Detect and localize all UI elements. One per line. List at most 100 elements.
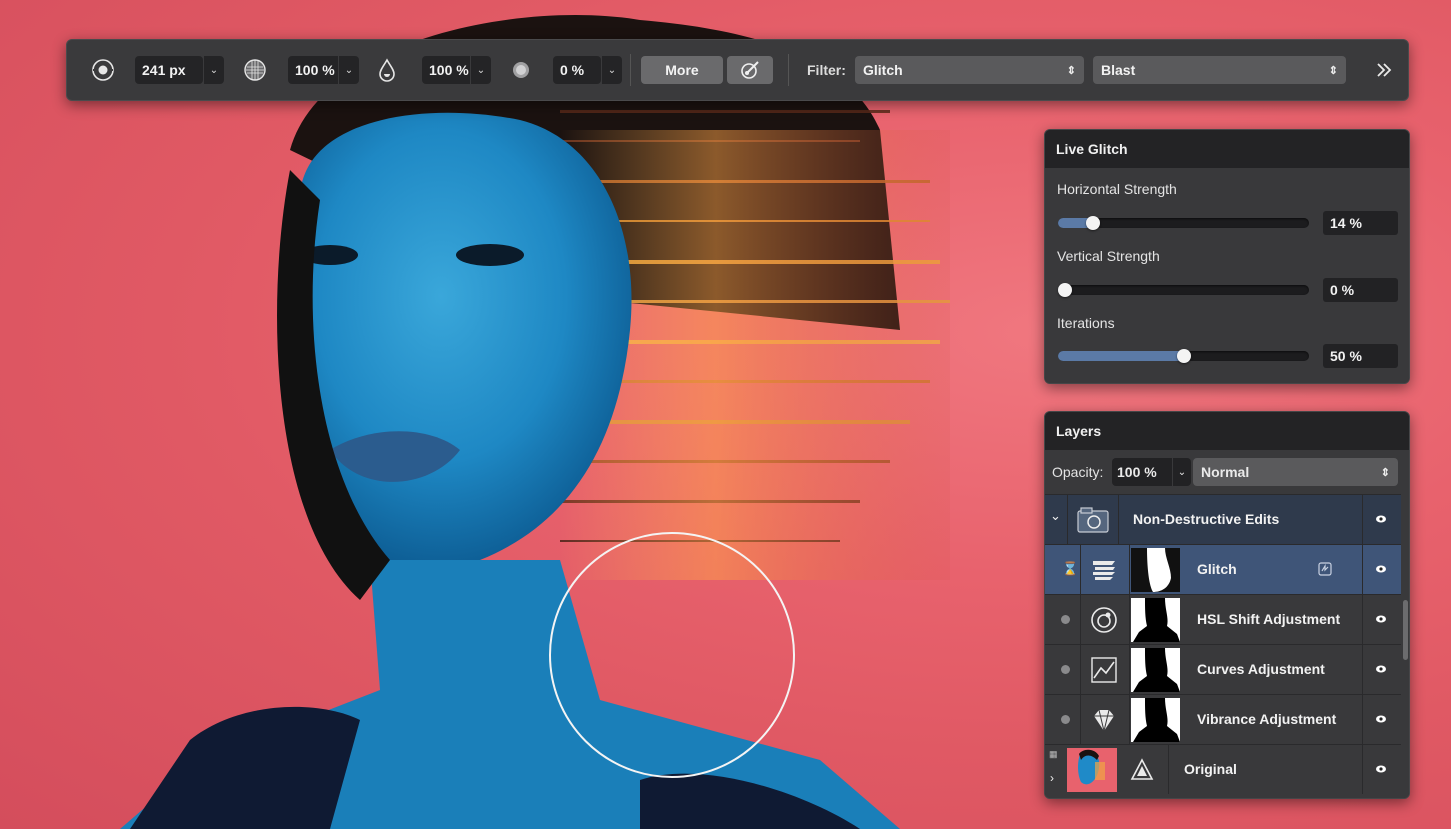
flow-drop-icon bbox=[373, 56, 401, 84]
layer-name: Glitch bbox=[1197, 561, 1237, 577]
layer-mask-thumbnail bbox=[1131, 648, 1180, 692]
brush-settings-icon bbox=[741, 61, 759, 79]
filter-type-select-value: Blast bbox=[1101, 62, 1136, 78]
more-button[interactable]: More bbox=[641, 56, 723, 84]
layer-row-hsl-shift[interactable]: HSL Shift Adjustment bbox=[1045, 594, 1401, 644]
live-glitch-body: Horizontal Strength 14 % Vertical Streng… bbox=[1045, 168, 1409, 383]
stepper-icon: ⇕ bbox=[1328, 64, 1338, 77]
brush-settings-button[interactable] bbox=[727, 56, 773, 84]
shape-dropdown[interactable]: ⌄ bbox=[601, 56, 622, 84]
divider bbox=[1129, 645, 1130, 694]
layers-scrollbar[interactable] bbox=[1403, 600, 1408, 660]
layer-name: Vibrance Adjustment bbox=[1197, 711, 1337, 727]
width-field[interactable]: 241 px bbox=[135, 56, 203, 84]
chevron-right-icon[interactable]: › bbox=[1050, 771, 1054, 785]
overflow-chevron-icon[interactable] bbox=[1370, 56, 1398, 84]
visibility-eye-icon[interactable] bbox=[1375, 513, 1387, 525]
live-glitch-panel: Live Glitch Horizontal Strength 14 % Ver… bbox=[1044, 129, 1410, 384]
divider bbox=[1362, 695, 1363, 744]
toolbar-divider bbox=[630, 54, 631, 86]
layer-row-vibrance[interactable]: Vibrance Adjustment bbox=[1045, 694, 1401, 744]
toolbar-divider bbox=[788, 54, 789, 86]
opacity-dropdown[interactable]: ⌄ bbox=[1172, 458, 1191, 486]
chevron-down-icon: ⌄ bbox=[1177, 466, 1187, 478]
slider-thumb[interactable] bbox=[1176, 349, 1191, 363]
opacity-row: Opacity: 100 % ⌄ Normal ⇕ bbox=[1045, 450, 1409, 494]
slider-fill bbox=[1058, 351, 1184, 361]
divider bbox=[1362, 595, 1363, 644]
divider bbox=[1362, 545, 1363, 594]
iterations-slider[interactable] bbox=[1058, 349, 1309, 363]
group-folder-icon bbox=[1077, 507, 1109, 533]
chevron-down-icon: ⌄ bbox=[209, 64, 219, 76]
horizontal-strength-value[interactable]: 14 % bbox=[1323, 211, 1398, 235]
layer-thumbnail bbox=[1067, 748, 1117, 792]
live-filter-pin-icon: ⌛ bbox=[1062, 561, 1079, 576]
vertical-strength-value[interactable]: 0 % bbox=[1323, 278, 1398, 302]
shape-field[interactable]: 0 % bbox=[553, 56, 601, 84]
filter-label: Filter: bbox=[807, 62, 846, 78]
layer-name: HSL Shift Adjustment bbox=[1197, 611, 1341, 627]
shape-dot-icon bbox=[507, 56, 535, 84]
vertical-strength-label: Vertical Strength bbox=[1057, 248, 1160, 264]
slider-thumb[interactable] bbox=[1086, 216, 1101, 230]
panel-title[interactable]: Live Glitch bbox=[1045, 130, 1409, 169]
filter-select[interactable]: Glitch ⇕ bbox=[855, 56, 1084, 84]
divider bbox=[1362, 645, 1363, 694]
checker-icon: ▦ bbox=[1049, 749, 1058, 759]
layer-mask-thumbnail bbox=[1131, 598, 1180, 642]
panel-title[interactable]: Layers bbox=[1045, 412, 1409, 451]
divider bbox=[1129, 695, 1130, 744]
iterations-value[interactable]: 50 % bbox=[1323, 344, 1398, 368]
visibility-eye-icon[interactable] bbox=[1375, 713, 1387, 725]
visibility-eye-icon[interactable] bbox=[1375, 663, 1387, 675]
glitch-filter-icon bbox=[1093, 561, 1115, 580]
divider bbox=[1129, 545, 1130, 594]
filter-type-select[interactable]: Blast ⇕ bbox=[1093, 56, 1346, 84]
layer-name: Non-Destructive Edits bbox=[1133, 511, 1280, 527]
divider bbox=[1168, 745, 1169, 794]
pixel-layer-icon bbox=[1130, 758, 1154, 780]
divider bbox=[1067, 495, 1068, 544]
blend-mode-value: Normal bbox=[1201, 464, 1250, 480]
vertical-strength-slider[interactable] bbox=[1058, 283, 1309, 297]
divider bbox=[1080, 595, 1081, 644]
layer-lock-dot-icon[interactable] bbox=[1061, 615, 1070, 624]
opacity-field[interactable]: 100 % bbox=[1112, 458, 1172, 486]
hsl-icon bbox=[1091, 607, 1117, 633]
chevron-down-icon: ⌄ bbox=[607, 64, 617, 76]
curves-icon bbox=[1091, 657, 1117, 683]
divider bbox=[1362, 745, 1363, 794]
layer-lock-dot-icon[interactable] bbox=[1061, 665, 1070, 674]
layer-mask-thumbnail bbox=[1131, 698, 1180, 742]
flow-dropdown[interactable]: ⌄ bbox=[470, 56, 491, 84]
visibility-eye-icon[interactable] bbox=[1375, 563, 1387, 575]
divider bbox=[1080, 695, 1081, 744]
layer-name: Original bbox=[1184, 761, 1237, 777]
layer-lock-dot-icon[interactable] bbox=[1061, 715, 1070, 724]
visibility-eye-icon[interactable] bbox=[1375, 763, 1387, 775]
layers-panel: Layers Opacity: 100 % ⌄ Normal ⇕ ⌄ Non-D… bbox=[1044, 411, 1410, 799]
layer-row-original[interactable]: ▦ › Original bbox=[1045, 744, 1401, 794]
chevron-down-icon[interactable]: ⌄ bbox=[1050, 508, 1061, 524]
layers-body: Opacity: 100 % ⌄ Normal ⇕ ⌄ Non-Destruct… bbox=[1045, 450, 1409, 798]
divider bbox=[1080, 645, 1081, 694]
hardness-icon bbox=[241, 56, 269, 84]
layer-row-curves[interactable]: Curves Adjustment bbox=[1045, 644, 1401, 694]
horizontal-strength-label: Horizontal Strength bbox=[1057, 181, 1177, 197]
divider bbox=[1129, 595, 1130, 644]
blend-mode-select[interactable]: Normal ⇕ bbox=[1193, 458, 1398, 486]
visibility-eye-icon[interactable] bbox=[1375, 613, 1387, 625]
iterations-label: Iterations bbox=[1057, 315, 1115, 331]
layer-group-non-destructive-edits[interactable]: ⌄ Non-Destructive Edits bbox=[1045, 494, 1401, 544]
horizontal-strength-slider[interactable] bbox=[1058, 216, 1309, 230]
divider bbox=[1118, 495, 1119, 544]
opacity-label: Opacity: bbox=[1052, 464, 1104, 480]
chevron-down-icon: ⌄ bbox=[476, 64, 486, 76]
stepper-icon: ⇕ bbox=[1380, 466, 1390, 479]
slider-thumb[interactable] bbox=[1058, 283, 1072, 297]
layer-row-glitch[interactable]: ⌛ Glitch bbox=[1045, 544, 1401, 594]
brush-target-icon[interactable] bbox=[89, 56, 117, 84]
hardness-dropdown[interactable]: ⌄ bbox=[338, 56, 359, 84]
width-dropdown[interactable]: ⌄ bbox=[203, 56, 224, 84]
